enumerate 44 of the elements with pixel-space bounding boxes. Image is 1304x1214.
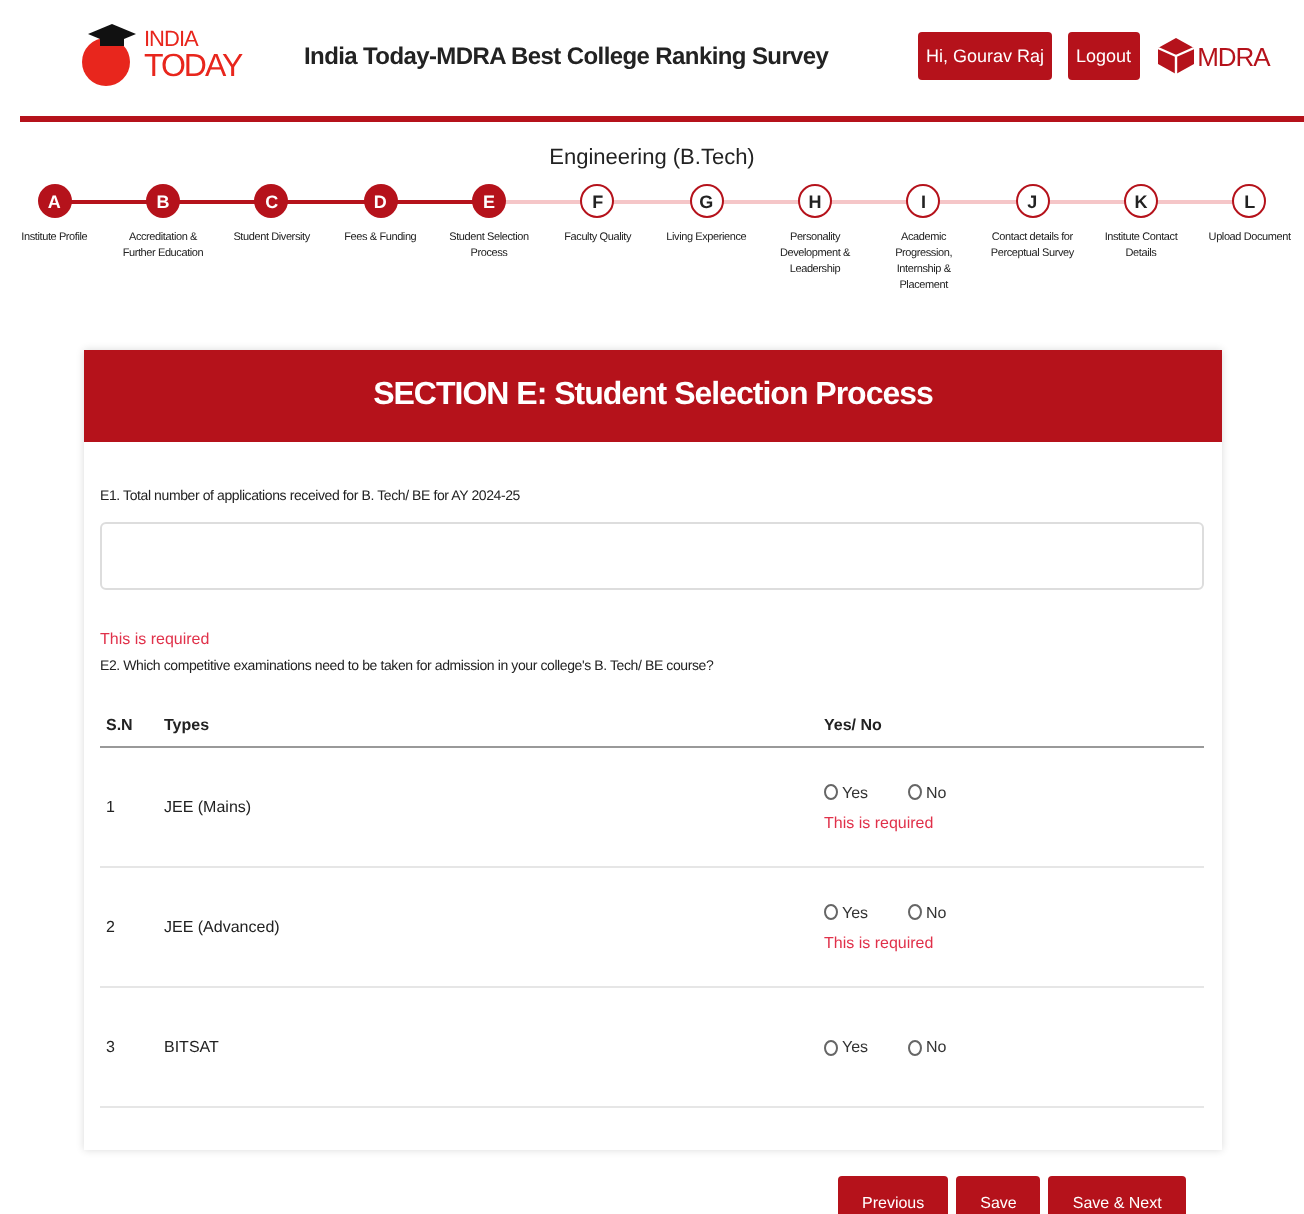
step-circle[interactable]: K <box>1123 184 1158 218</box>
radio-option[interactable]: No <box>908 783 964 801</box>
partner-logo-text: MDRA <box>1197 41 1270 71</box>
form-button[interactable]: Previous <box>838 1176 949 1214</box>
exam-type: JEE (Advanced) <box>164 918 282 936</box>
serial-number: 3 <box>104 1038 117 1056</box>
radio-option[interactable]: Yes <box>824 783 880 801</box>
radio-option[interactable]: No <box>908 903 964 921</box>
step-circle[interactable]: E <box>471 184 506 218</box>
exam-type: JEE (Mains) <box>164 798 254 816</box>
radio-option[interactable]: Yes <box>824 1038 880 1056</box>
section-header: SECTION E: Student Selection Process <box>84 350 1222 442</box>
cube-logo-icon <box>1155 36 1196 76</box>
input-field[interactable] <box>100 522 1204 590</box>
radio-option[interactable]: Yes <box>824 903 880 921</box>
column-header: S.N <box>104 716 135 734</box>
step-circle[interactable]: J <box>1015 184 1050 218</box>
step-circle[interactable]: C <box>254 184 289 218</box>
stream-title: Engineering (B.Tech) <box>547 146 757 170</box>
form-button[interactable]: Save <box>956 1176 1041 1214</box>
step-circle[interactable]: L <box>1232 184 1267 218</box>
form-button[interactable]: Save & Next <box>1048 1176 1186 1214</box>
error-message: This is required <box>824 813 936 831</box>
logo-text: INDIA <box>144 29 201 51</box>
serial-number: 1 <box>104 798 117 816</box>
step-circle[interactable]: G <box>689 184 724 218</box>
mortarboard-badge-icon <box>80 22 140 90</box>
exam-type: BITSAT <box>164 1038 221 1056</box>
column-header: Yes/ No <box>824 716 884 734</box>
step-circle[interactable]: B <box>145 184 180 218</box>
step-circle[interactable]: A <box>37 184 72 218</box>
step-circle[interactable]: H <box>797 184 832 218</box>
step-circle[interactable]: D <box>363 184 398 218</box>
survey-title: India Today-MDRA Best College Ranking Survey <box>304 42 831 70</box>
error-message: This is required <box>100 630 212 648</box>
user-button[interactable]: Hi, Gourav Raj <box>918 32 1053 80</box>
step-circle[interactable]: F <box>580 184 615 218</box>
step-circle[interactable]: I <box>906 184 941 218</box>
column-header: Types <box>164 716 212 734</box>
error-message: This is required <box>824 933 936 951</box>
logout-button[interactable]: Logout <box>1068 32 1140 80</box>
radio-option[interactable]: No <box>908 1038 964 1056</box>
serial-number: 2 <box>104 918 117 936</box>
logo-text: TODAY <box>144 51 242 83</box>
